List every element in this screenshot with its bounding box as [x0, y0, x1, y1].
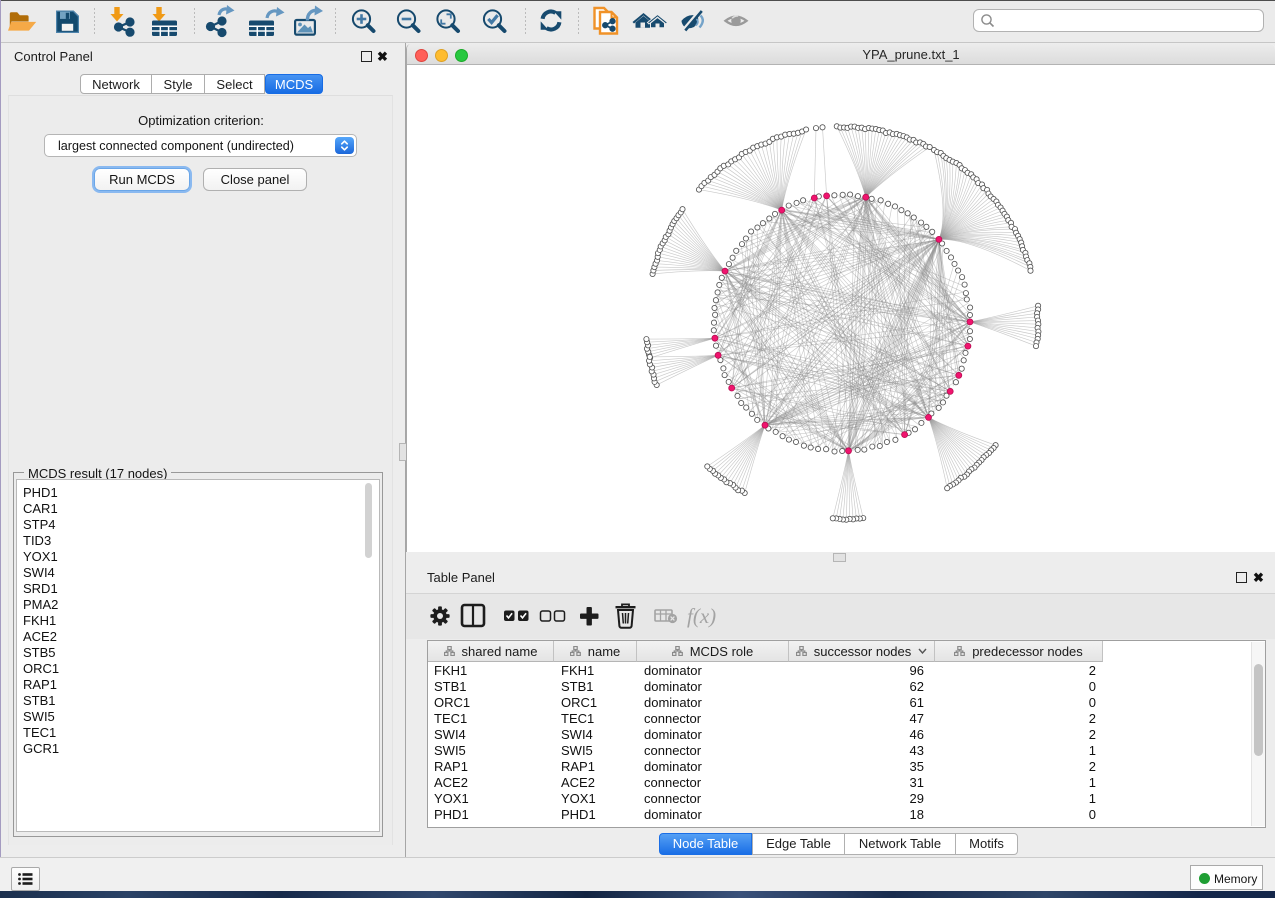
- svg-text:f(x): f(x): [687, 604, 716, 628]
